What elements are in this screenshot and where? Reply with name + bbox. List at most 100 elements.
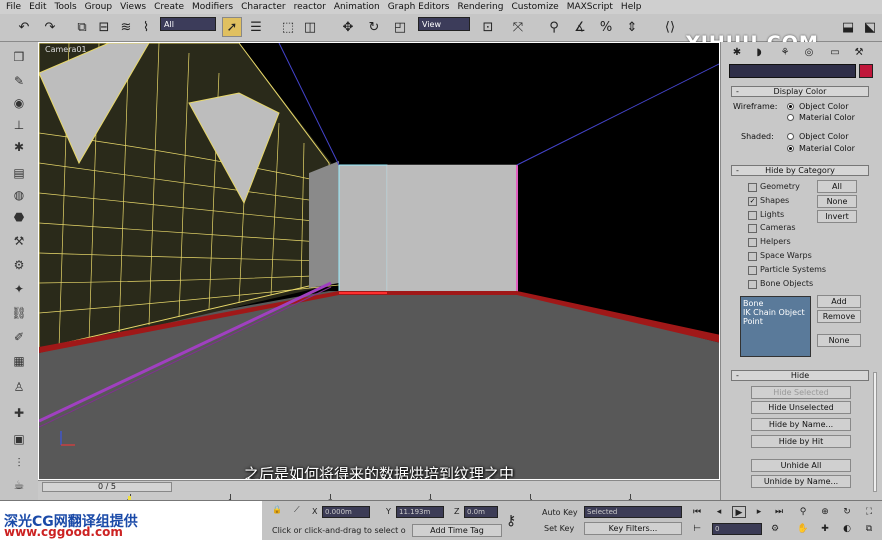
unlink-icon[interactable]: ⊟ [94, 17, 114, 37]
menu-rendering[interactable]: Rendering [458, 2, 504, 12]
menu-tools[interactable]: Tools [55, 2, 77, 12]
menu-group[interactable]: Group [85, 2, 112, 12]
field-of-view-icon[interactable]: ⛶ [862, 506, 876, 518]
goto-end-icon[interactable]: ⏭ [772, 506, 786, 518]
select-link-icon[interactable]: ⧉ [72, 17, 92, 37]
utility-icon[interactable]: ⚒ [9, 232, 29, 250]
helpers-checkbox[interactable] [748, 238, 757, 247]
z-coordinate-field[interactable]: 0.0m [464, 506, 498, 518]
list-none-button[interactable]: None [817, 334, 861, 347]
remove-button[interactable]: Remove [817, 310, 861, 323]
list-item[interactable]: Point [743, 317, 808, 326]
invert-button[interactable]: Invert [817, 210, 857, 223]
time-slider[interactable]: 0 / 5 [42, 482, 172, 492]
pivot-icon[interactable]: ⊡ [478, 17, 498, 37]
key-mode-dropdown[interactable]: Selected [584, 506, 682, 518]
particle-systems-checkbox[interactable] [748, 266, 757, 275]
key-filters-button[interactable]: Key Filters... [584, 522, 682, 535]
pan-icon[interactable]: ✋ [796, 523, 810, 535]
hide-by-name-button[interactable]: Hide by Name... [751, 418, 851, 431]
undo-icon[interactable]: ↶ [14, 17, 34, 37]
add-time-tag-button[interactable]: Add Time Tag [412, 524, 502, 537]
hide-by-hit-button[interactable]: Hide by Hit [751, 435, 851, 448]
helpers-icon[interactable]: ⊥ [9, 116, 29, 134]
utilities-tab-icon[interactable]: ⚒ [851, 45, 867, 59]
menu-views[interactable]: Views [120, 2, 146, 12]
display-tab-icon[interactable]: ▭ [827, 45, 843, 59]
key-mode-icon[interactable]: ⊢ [690, 523, 704, 535]
percent-snap-icon[interactable]: % [596, 17, 616, 37]
goto-start-icon[interactable]: ⏮ [690, 506, 704, 518]
viewport-label[interactable]: Camera01 [45, 45, 87, 54]
create-shapes-icon[interactable]: ✎ [9, 72, 29, 90]
add-button[interactable]: Add [817, 295, 861, 308]
shapes-checkbox[interactable]: ✓ [748, 197, 757, 206]
unhide-by-name-button[interactable]: Unhide by Name... [751, 475, 851, 488]
menu-customize[interactable]: Customize [511, 2, 558, 12]
puzzle-icon[interactable]: ✚ [9, 404, 29, 422]
redo-icon[interactable]: ↷ [40, 17, 60, 37]
auto-key-button[interactable]: Auto Key [542, 508, 578, 517]
wireframe-material-color-radio[interactable] [787, 114, 794, 121]
cameras-checkbox[interactable] [748, 224, 757, 233]
brush-icon[interactable]: ✐ [9, 328, 29, 346]
modify-tab-icon[interactable]: ◗ [751, 45, 767, 59]
set-key-button[interactable]: Set Key [544, 524, 574, 533]
menu-animation[interactable]: Animation [334, 2, 380, 12]
unhide-all-button[interactable]: Unhide All [751, 459, 851, 472]
move-icon[interactable]: ✥ [338, 17, 358, 37]
space-warps-checkbox[interactable] [748, 252, 757, 261]
figure-icon[interactable]: ♙ [9, 378, 29, 396]
time-config-icon[interactable]: ⚙ [768, 523, 782, 535]
window-crossing-icon[interactable]: ◫ [300, 17, 320, 37]
lights-icon[interactable]: ◉ [9, 94, 29, 112]
bone-objects-checkbox[interactable] [748, 280, 757, 289]
panel-scrollbar[interactable] [873, 372, 877, 492]
select-manipulate-icon[interactable]: ⤧ [508, 17, 528, 37]
menu-modifiers[interactable]: Modifiers [192, 2, 233, 12]
select-arrow-icon[interactable]: ➚ [222, 17, 242, 37]
list-item[interactable]: Bone [743, 299, 808, 308]
box-icon[interactable]: ▣ [9, 430, 29, 448]
zoom-icon[interactable]: ⚲ [796, 506, 810, 518]
menu-help[interactable]: Help [621, 2, 642, 12]
shaded-object-color-radio[interactable] [787, 133, 794, 140]
create-tab-icon[interactable]: ✱ [729, 45, 745, 59]
bind-icon[interactable]: ⌇ [136, 17, 156, 37]
y-coordinate-field[interactable]: 11.193m [396, 506, 444, 518]
zoom-all-icon[interactable]: ⊕ [818, 506, 832, 518]
lock-icon[interactable]: 🔒 [272, 505, 282, 514]
hide-unselected-button[interactable]: Hide Unselected [751, 401, 851, 414]
hide-by-category-rollout[interactable]: - Hide by Category [731, 165, 869, 176]
rotate-icon[interactable]: ↻ [364, 17, 384, 37]
list-item[interactable]: IK Chain Object [743, 308, 808, 317]
category-list[interactable]: Bone IK Chain Object Point [740, 296, 811, 357]
orbit-icon[interactable]: ↻ [840, 506, 854, 518]
menu-maxscript[interactable]: MAXScript [567, 2, 613, 12]
menu-reactor[interactable]: reactor [294, 2, 326, 12]
object-name-field[interactable] [729, 64, 856, 78]
menu-file[interactable]: File [6, 2, 21, 12]
current-frame-field[interactable]: 0 [712, 523, 762, 535]
none-button[interactable]: None [817, 195, 857, 208]
grid-icon[interactable]: ▦ [9, 352, 29, 370]
lights-checkbox[interactable] [748, 211, 757, 220]
render-scene-icon[interactable]: ⬓ [838, 17, 858, 37]
menu-create[interactable]: Create [154, 2, 184, 12]
link-icon[interactable]: ⛓ [9, 304, 29, 322]
select-by-name-icon[interactable]: ☰ [246, 17, 266, 37]
ref-coord-dropdown[interactable]: View [418, 17, 470, 31]
hammer-icon[interactable]: ⚙ [9, 256, 29, 274]
motion-tab-icon[interactable]: ◎ [801, 45, 817, 59]
systems-icon[interactable]: ▤ [9, 164, 29, 182]
quick-render-icon[interactable]: ⬕ [860, 17, 880, 37]
display-color-rollout[interactable]: - Display Color [731, 86, 869, 97]
x-coordinate-field[interactable]: 0.000m [322, 506, 370, 518]
named-selection-icon[interactable]: ⟨⟩ [660, 17, 680, 37]
ruler-icon[interactable]: ⫶ [9, 454, 29, 472]
all-button[interactable]: All [817, 180, 857, 193]
snap-icon[interactable]: ⚲ [544, 17, 564, 37]
hierarchy-tab-icon[interactable]: ⚘ [777, 45, 793, 59]
layers-icon[interactable]: ◍ [9, 186, 29, 204]
dolly-icon[interactable]: ✚ [818, 523, 832, 535]
